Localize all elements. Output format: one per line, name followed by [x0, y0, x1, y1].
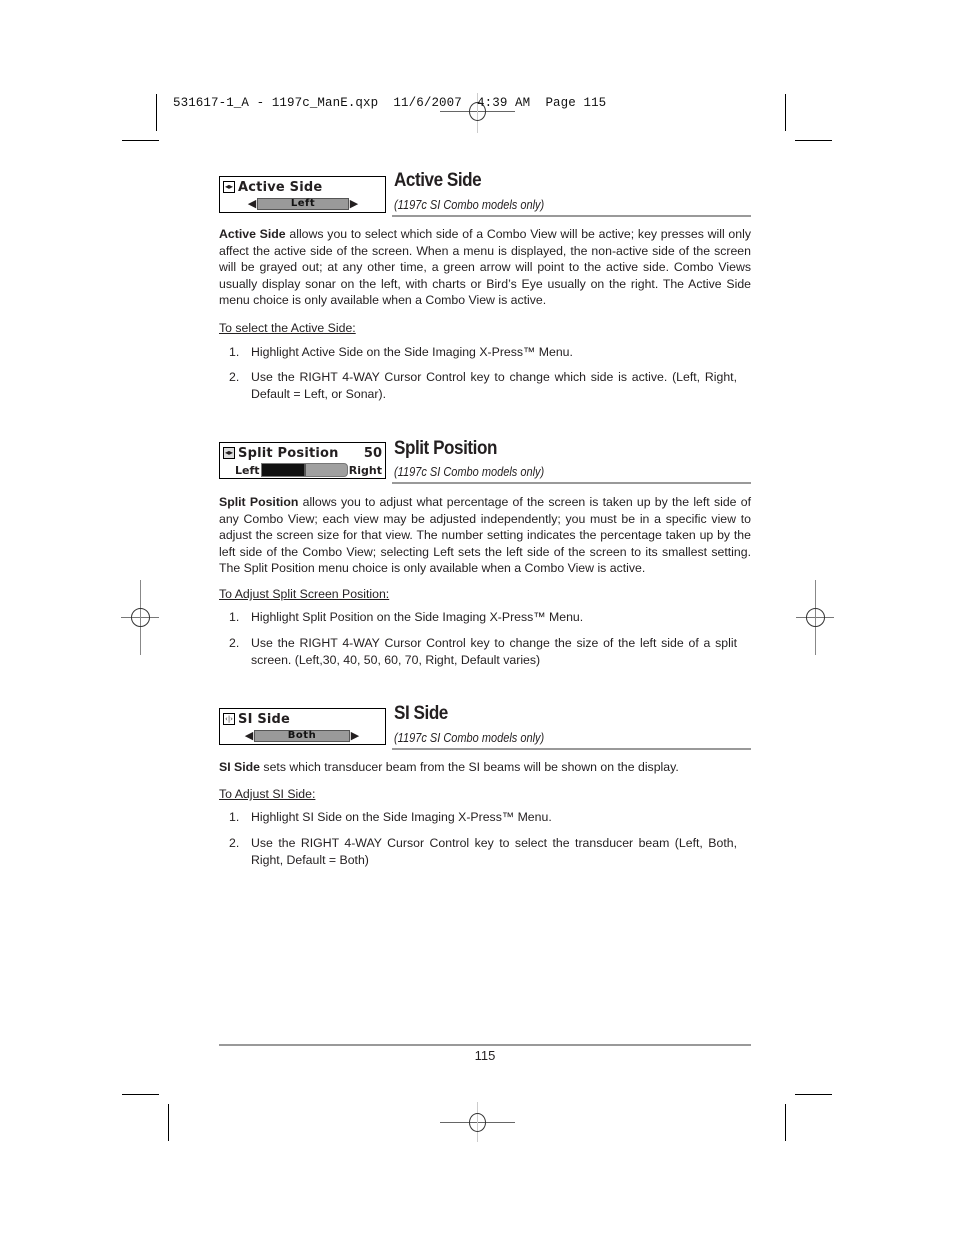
- crop-mark: [122, 1094, 159, 1095]
- crop-mark: [122, 140, 159, 141]
- section-body: Split Position allows you to adjust what…: [219, 495, 751, 576]
- print-slug: 531617-1_A - 1197c_ManE.qxp 11/6/2007 4:…: [173, 96, 607, 110]
- menu-value: Left: [257, 197, 349, 210]
- section-body: Active Side allows you to select which s…: [219, 227, 751, 308]
- menu-title: Split Position: [238, 445, 339, 461]
- procedure-heading: To select the Active Side:: [219, 321, 356, 335]
- body-lead: SI Side: [219, 760, 261, 774]
- slider-left-label: Left: [235, 463, 260, 477]
- menu-value: Both: [254, 729, 350, 742]
- section-rule: [392, 215, 751, 217]
- section-rule: [392, 748, 751, 750]
- procedure-heading: To Adjust Split Screen Position:: [219, 587, 390, 601]
- active-side-menu[interactable]: ◂▸ Active Side ◀ Left ▶: [219, 176, 386, 213]
- step-item: 2. Use the RIGHT 4-WAY Cursor Control key…: [229, 370, 737, 401]
- split-position-menu[interactable]: ◂▸ Split Position 50 Left Right: [219, 442, 386, 479]
- section-title: Active Side: [394, 170, 482, 191]
- split-slider[interactable]: [260, 463, 348, 477]
- menu-title: Active Side: [238, 179, 323, 195]
- body-lead: Split Position: [219, 495, 299, 509]
- crop-mark: [785, 1104, 786, 1141]
- step-item: 1. Highlight Active Side on the Side Imag…: [229, 345, 573, 359]
- section-rule: [392, 482, 751, 484]
- step-item: 1. Highlight Split Position on the Side I…: [229, 610, 584, 624]
- crop-mark: [168, 1104, 169, 1141]
- split-screen-icon: ◂▸: [223, 447, 235, 459]
- si-side-menu[interactable]: ‹|› SI Side ◀ Both ▶: [219, 708, 386, 745]
- right-arrow-icon[interactable]: ▶: [349, 197, 359, 210]
- left-arrow-icon[interactable]: ◀: [247, 197, 257, 210]
- menu-title: SI Side: [238, 711, 291, 727]
- slider-fill: [261, 464, 307, 476]
- step-item: 2. Use the RIGHT 4-WAY Cursor Control key…: [229, 636, 737, 667]
- left-right-arrows-icon: ◂▸: [223, 181, 235, 193]
- footer-rule: [219, 1044, 751, 1046]
- page-number: 115: [474, 1048, 496, 1063]
- crop-mark: [785, 94, 786, 131]
- slider-right-label: Right: [348, 463, 382, 477]
- crop-mark: [795, 140, 832, 141]
- section-subtitle: (1197c SI Combo models only): [394, 198, 545, 212]
- section-subtitle: (1197c SI Combo models only): [394, 465, 545, 479]
- registration-mark-right: [796, 580, 834, 655]
- step-item: 1. Highlight SI Side on the Side Imaging …: [229, 810, 552, 824]
- left-arrow-icon[interactable]: ◀: [244, 729, 254, 742]
- procedure-heading: To Adjust SI Side:: [219, 787, 316, 801]
- section-body: SI Side sets which transducer beam from …: [219, 760, 679, 774]
- si-beam-icon: ‹|›: [223, 713, 235, 725]
- registration-mark-left: [121, 580, 159, 655]
- right-arrow-icon[interactable]: ▶: [350, 729, 360, 742]
- section-title: Split Position: [394, 438, 497, 459]
- section-subtitle: (1197c SI Combo models only): [394, 731, 545, 745]
- menu-value: 50: [363, 445, 382, 461]
- crop-mark: [156, 94, 157, 131]
- body-lead: Active Side: [219, 227, 286, 241]
- registration-mark-bottom: [440, 1102, 515, 1142]
- crop-mark: [795, 1094, 832, 1095]
- step-item: 2. Use the RIGHT 4-WAY Cursor Control key…: [229, 836, 737, 867]
- section-title: SI Side: [394, 703, 448, 724]
